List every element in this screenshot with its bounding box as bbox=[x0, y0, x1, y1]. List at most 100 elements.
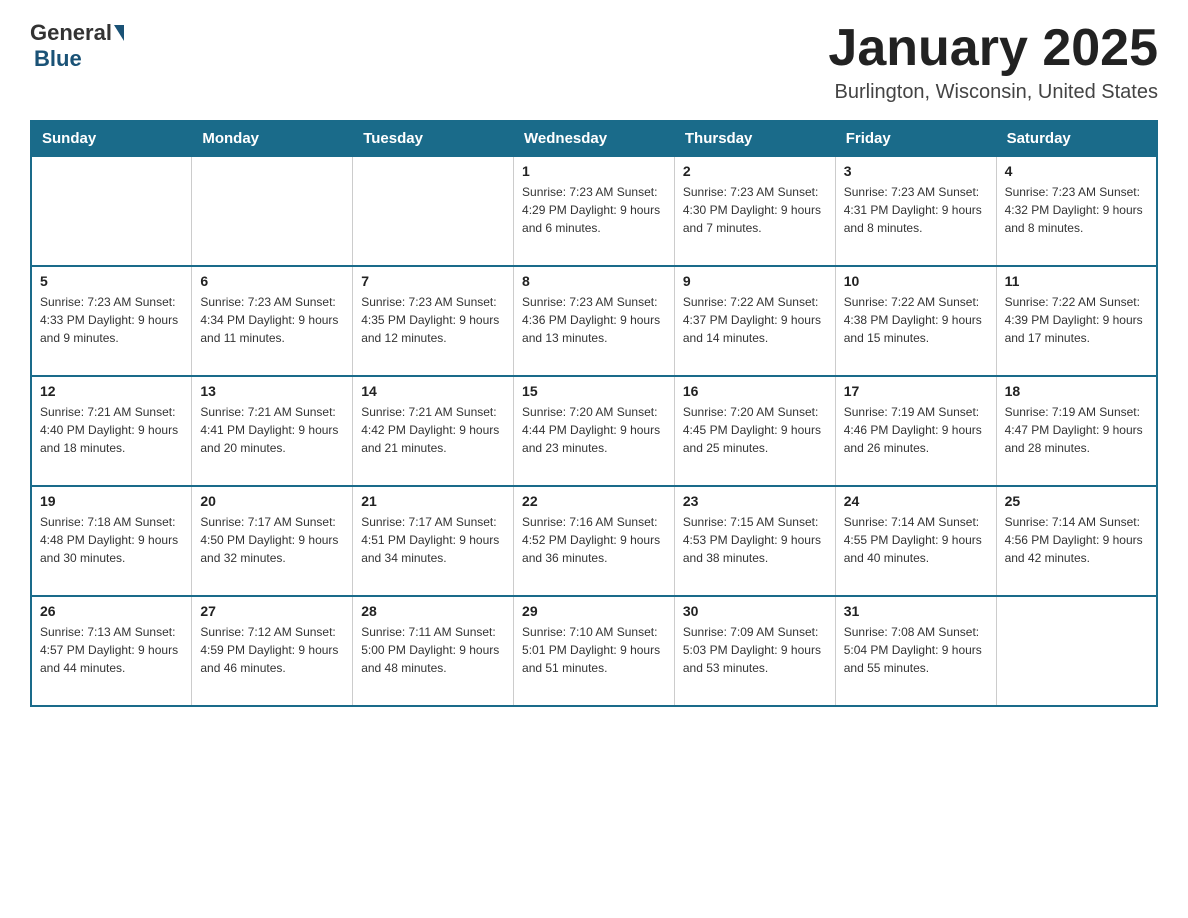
day-info: Sunrise: 7:22 AM Sunset: 4:39 PM Dayligh… bbox=[1005, 293, 1148, 347]
logo: General Blue bbox=[30, 20, 126, 72]
logo-blue-text: Blue bbox=[34, 46, 82, 71]
header-cell-wednesday: Wednesday bbox=[514, 121, 675, 156]
day-number: 8 bbox=[522, 273, 666, 289]
title-section: January 2025 Burlington, Wisconsin, Unit… bbox=[828, 20, 1158, 104]
day-number: 30 bbox=[683, 603, 827, 619]
table-row: 26Sunrise: 7:13 AM Sunset: 4:57 PM Dayli… bbox=[31, 596, 192, 706]
day-number: 27 bbox=[200, 603, 344, 619]
header-cell-saturday: Saturday bbox=[996, 121, 1157, 156]
logo-triangle-icon bbox=[114, 25, 124, 41]
day-info: Sunrise: 7:23 AM Sunset: 4:34 PM Dayligh… bbox=[200, 293, 344, 347]
day-number: 16 bbox=[683, 383, 827, 399]
day-info: Sunrise: 7:17 AM Sunset: 4:50 PM Dayligh… bbox=[200, 513, 344, 567]
day-number: 17 bbox=[844, 383, 988, 399]
table-row: 30Sunrise: 7:09 AM Sunset: 5:03 PM Dayli… bbox=[674, 596, 835, 706]
day-info: Sunrise: 7:11 AM Sunset: 5:00 PM Dayligh… bbox=[361, 623, 505, 677]
header-cell-sunday: Sunday bbox=[31, 121, 192, 156]
table-row: 9Sunrise: 7:22 AM Sunset: 4:37 PM Daylig… bbox=[674, 266, 835, 376]
day-info: Sunrise: 7:23 AM Sunset: 4:35 PM Dayligh… bbox=[361, 293, 505, 347]
day-number: 22 bbox=[522, 493, 666, 509]
week-row: 26Sunrise: 7:13 AM Sunset: 4:57 PM Dayli… bbox=[31, 596, 1157, 706]
table-row bbox=[192, 156, 353, 266]
day-info: Sunrise: 7:08 AM Sunset: 5:04 PM Dayligh… bbox=[844, 623, 988, 677]
day-info: Sunrise: 7:16 AM Sunset: 4:52 PM Dayligh… bbox=[522, 513, 666, 567]
day-info: Sunrise: 7:23 AM Sunset: 4:30 PM Dayligh… bbox=[683, 183, 827, 237]
table-row: 19 Sunrise: 7:18 AM Sunset: 4:48 PM Dayli… bbox=[31, 486, 192, 596]
day-info: Sunrise: 7:19 AM Sunset: 4:47 PM Dayligh… bbox=[1005, 403, 1148, 457]
table-row: 21Sunrise: 7:17 AM Sunset: 4:51 PM Dayli… bbox=[353, 486, 514, 596]
page-header: General Blue January 2025 Burlington, Wi… bbox=[30, 20, 1158, 104]
day-number: 6 bbox=[200, 273, 344, 289]
day-number: 10 bbox=[844, 273, 988, 289]
day-info: Sunrise: 7:12 AM Sunset: 4:59 PM Dayligh… bbox=[200, 623, 344, 677]
week-row: 12 Sunrise: 7:21 AM Sunset: 4:40 PM Dayli… bbox=[31, 376, 1157, 486]
week-row: 5 Sunrise: 7:23 AM Sunset: 4:33 PM Daylig… bbox=[31, 266, 1157, 376]
table-row: 4 Sunrise: 7:23 AM Sunset: 4:32 PM Daylig… bbox=[996, 156, 1157, 266]
day-number: 18 bbox=[1005, 383, 1148, 399]
table-row: 16 Sunrise: 7:20 AM Sunset: 4:45 PM Dayli… bbox=[674, 376, 835, 486]
day-number: 13 bbox=[200, 383, 344, 399]
day-info: Sunrise: 7:19 AM Sunset: 4:46 PM Dayligh… bbox=[844, 403, 988, 457]
day-info: Sunrise: 7:18 AM Sunset: 4:48 PM Dayligh… bbox=[40, 513, 183, 567]
table-row: 27 Sunrise: 7:12 AM Sunset: 4:59 PM Dayli… bbox=[192, 596, 353, 706]
day-info: Sunrise: 7:21 AM Sunset: 4:41 PM Dayligh… bbox=[200, 403, 344, 457]
day-number: 5 bbox=[40, 273, 183, 289]
table-row: 25 Sunrise: 7:14 AM Sunset: 4:56 PM Dayli… bbox=[996, 486, 1157, 596]
day-info: Sunrise: 7:21 AM Sunset: 4:40 PM Dayligh… bbox=[40, 403, 183, 457]
day-number: 11 bbox=[1005, 273, 1148, 289]
day-info: Sunrise: 7:14 AM Sunset: 4:56 PM Dayligh… bbox=[1005, 513, 1148, 567]
table-row: 18 Sunrise: 7:19 AM Sunset: 4:47 PM Dayli… bbox=[996, 376, 1157, 486]
table-row: 7 Sunrise: 7:23 AM Sunset: 4:35 PM Daylig… bbox=[353, 266, 514, 376]
header-cell-monday: Monday bbox=[192, 121, 353, 156]
day-info: Sunrise: 7:14 AM Sunset: 4:55 PM Dayligh… bbox=[844, 513, 988, 567]
table-row: 24 Sunrise: 7:14 AM Sunset: 4:55 PM Dayli… bbox=[835, 486, 996, 596]
table-row: 2 Sunrise: 7:23 AM Sunset: 4:30 PM Daylig… bbox=[674, 156, 835, 266]
table-row: 3Sunrise: 7:23 AM Sunset: 4:31 PM Daylig… bbox=[835, 156, 996, 266]
header-cell-tuesday: Tuesday bbox=[353, 121, 514, 156]
location-text: Burlington, Wisconsin, United States bbox=[828, 81, 1158, 104]
day-number: 25 bbox=[1005, 493, 1148, 509]
table-row: 31 Sunrise: 7:08 AM Sunset: 5:04 PM Dayli… bbox=[835, 596, 996, 706]
day-number: 4 bbox=[1005, 163, 1148, 179]
day-number: 28 bbox=[361, 603, 505, 619]
table-row bbox=[353, 156, 514, 266]
day-info: Sunrise: 7:13 AM Sunset: 4:57 PM Dayligh… bbox=[40, 623, 183, 677]
table-row: 12 Sunrise: 7:21 AM Sunset: 4:40 PM Dayli… bbox=[31, 376, 192, 486]
table-row: 1Sunrise: 7:23 AM Sunset: 4:29 PM Daylig… bbox=[514, 156, 675, 266]
day-number: 12 bbox=[40, 383, 183, 399]
calendar-table: SundayMondayTuesdayWednesdayThursdayFrid… bbox=[30, 120, 1158, 707]
table-row: 14 Sunrise: 7:21 AM Sunset: 4:42 PM Dayli… bbox=[353, 376, 514, 486]
day-info: Sunrise: 7:20 AM Sunset: 4:44 PM Dayligh… bbox=[522, 403, 666, 457]
day-info: Sunrise: 7:23 AM Sunset: 4:36 PM Dayligh… bbox=[522, 293, 666, 347]
month-title: January 2025 bbox=[828, 20, 1158, 77]
day-info: Sunrise: 7:10 AM Sunset: 5:01 PM Dayligh… bbox=[522, 623, 666, 677]
day-number: 21 bbox=[361, 493, 505, 509]
day-number: 23 bbox=[683, 493, 827, 509]
header-row: SundayMondayTuesdayWednesdayThursdayFrid… bbox=[31, 121, 1157, 156]
day-info: Sunrise: 7:21 AM Sunset: 4:42 PM Dayligh… bbox=[361, 403, 505, 457]
week-row: 1Sunrise: 7:23 AM Sunset: 4:29 PM Daylig… bbox=[31, 156, 1157, 266]
day-info: Sunrise: 7:15 AM Sunset: 4:53 PM Dayligh… bbox=[683, 513, 827, 567]
day-number: 24 bbox=[844, 493, 988, 509]
day-number: 19 bbox=[40, 493, 183, 509]
table-row: 8 Sunrise: 7:23 AM Sunset: 4:36 PM Daylig… bbox=[514, 266, 675, 376]
day-info: Sunrise: 7:23 AM Sunset: 4:32 PM Dayligh… bbox=[1005, 183, 1148, 237]
day-info: Sunrise: 7:20 AM Sunset: 4:45 PM Dayligh… bbox=[683, 403, 827, 457]
table-row bbox=[996, 596, 1157, 706]
week-row: 19 Sunrise: 7:18 AM Sunset: 4:48 PM Dayli… bbox=[31, 486, 1157, 596]
header-cell-thursday: Thursday bbox=[674, 121, 835, 156]
day-number: 14 bbox=[361, 383, 505, 399]
day-number: 15 bbox=[522, 383, 666, 399]
day-info: Sunrise: 7:22 AM Sunset: 4:38 PM Dayligh… bbox=[844, 293, 988, 347]
table-row: 29 Sunrise: 7:10 AM Sunset: 5:01 PM Dayli… bbox=[514, 596, 675, 706]
day-info: Sunrise: 7:23 AM Sunset: 4:33 PM Dayligh… bbox=[40, 293, 183, 347]
day-number: 31 bbox=[844, 603, 988, 619]
table-row: 6 Sunrise: 7:23 AM Sunset: 4:34 PM Daylig… bbox=[192, 266, 353, 376]
day-number: 29 bbox=[522, 603, 666, 619]
table-row: 5 Sunrise: 7:23 AM Sunset: 4:33 PM Daylig… bbox=[31, 266, 192, 376]
day-number: 2 bbox=[683, 163, 827, 179]
table-row: 23 Sunrise: 7:15 AM Sunset: 4:53 PM Dayli… bbox=[674, 486, 835, 596]
day-number: 7 bbox=[361, 273, 505, 289]
table-row: 20Sunrise: 7:17 AM Sunset: 4:50 PM Dayli… bbox=[192, 486, 353, 596]
day-info: Sunrise: 7:22 AM Sunset: 4:37 PM Dayligh… bbox=[683, 293, 827, 347]
